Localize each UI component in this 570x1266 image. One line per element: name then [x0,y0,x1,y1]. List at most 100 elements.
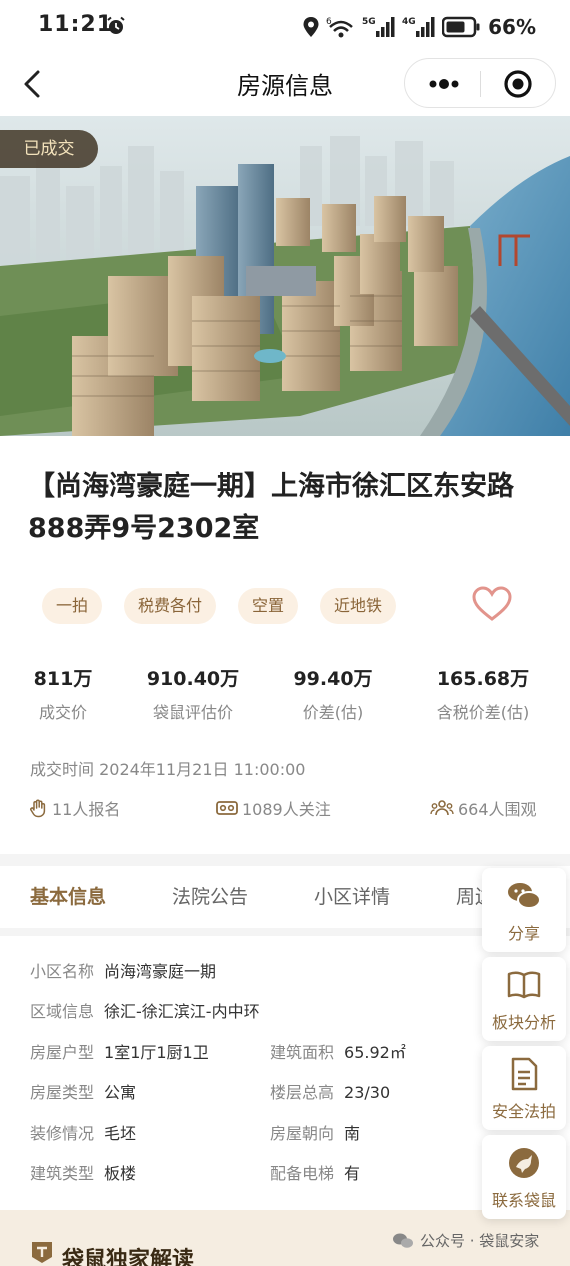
document-icon [511,1057,538,1091]
detail-value: 徐汇-徐汇滨江-内中环 [104,1002,260,1021]
fab-label: 分享 [507,924,540,943]
detail-label: 房屋户型 [30,1043,95,1062]
detail-row-community: 小区名称 尚海湾豪庭一期 [30,958,216,984]
detail-value: 南 [344,1124,361,1143]
follow-count: 1089人关注 [216,796,331,820]
share-button[interactable]: 分享 [482,868,566,952]
follow-count-text: 1089人关注 [242,800,331,819]
exclusive-analysis-banner[interactable]: 袋鼠独家解读 公众号 · 袋鼠安家 [0,1210,570,1266]
signup-count-text: 11人报名 [52,800,121,819]
vr-glasses-icon [216,801,238,815]
detail-value: 有 [344,1164,361,1183]
detail-col2: 配备电梯有 [270,1160,360,1184]
book-icon [507,971,541,999]
favorite-heart-icon[interactable] [472,586,512,622]
view-count: 664人围观 [430,796,537,820]
detail-value: 尚海湾豪庭一期 [104,962,217,981]
detail-label: 小区名称 [30,962,95,981]
engagement-meta: 11人报名 1089人关注 664人围观 [28,796,543,820]
signal-4g-icon: 4G [402,17,435,37]
tab-community-details[interactable]: 小区详情 [314,882,390,909]
price-stats: 811万 成交价 910.40万 袋鼠评估价 99.40万 价差(估) 165.… [28,664,548,723]
stat-price-diff: 99.40万 价差(估) [288,664,378,723]
wechat-icon [393,1233,413,1248]
tab-basic-info[interactable]: 基本信息 [30,882,106,909]
wifi-icon: 6 [326,17,353,38]
signal-4g-label: 4G [402,17,416,27]
kangaroo-badge-icon [32,1242,52,1263]
battery-icon [442,16,480,38]
detail-label: 楼层总高 [270,1083,335,1102]
detail-col2: 房屋朝向南 [270,1120,360,1144]
tag-item: 税费各付 [124,588,217,624]
signal-5g-label: 5G [362,17,376,27]
detail-col2: 建筑面积 65.92㎡ [270,1039,406,1063]
stat-value: 811万 [33,668,93,690]
stat-deal-price: 811万 成交价 [28,664,98,723]
detail-row: 装修情况 毛坯 房屋朝向南 [30,1120,470,1146]
fab-label: 板块分析 [491,1013,556,1032]
people-icon [430,800,454,816]
stat-label: 成交价 [38,703,87,722]
property-info-card: 【尚海湾豪庭一期】上海市徐汇区东安路888弄9号2302室 一拍 税费各付 空置… [0,436,570,854]
signal-5g-icon: 5G [362,17,395,37]
mini-program-capsule [404,58,556,108]
tag-item: 一拍 [42,588,103,624]
hero-image: 已成交 [0,116,570,436]
signup-count: 11人报名 [28,796,120,820]
detail-label: 装修情况 [30,1124,95,1143]
detail-label: 房屋朝向 [270,1124,335,1143]
tag-item: 空置 [238,588,299,624]
tag-item: 近地铁 [320,588,397,624]
detail-value: 1室1厅1厨1卫 [104,1043,209,1062]
capsule-divider [480,71,481,97]
detail-label: 建筑类型 [30,1164,95,1183]
stat-label: 袋鼠评估价 [152,703,233,722]
stat-value: 99.40万 [293,668,373,690]
stat-assessed-price: 910.40万 袋鼠评估价 [138,664,248,723]
detail-value: 公寓 [104,1083,137,1102]
wechat-watermark: 公众号 · 袋鼠安家 [392,1230,539,1251]
location-icon [303,17,319,37]
deal-time: 成交时间 2024年11月21日 11:00:00 [30,760,306,779]
watermark-text: 公众号 · 袋鼠安家 [420,1232,540,1250]
view-count-text: 664人围观 [458,800,537,819]
detail-col2: 楼层总高 23/30 [270,1079,390,1103]
status-bar: 11:21 6 5G 4G 66% [0,0,570,54]
detail-label: 配备电梯 [270,1164,335,1183]
tab-court-notice[interactable]: 法院公告 [172,882,248,909]
detail-row-region: 区域信息 徐汇-徐汇滨江-内中环 [30,998,260,1024]
detail-value: 23/30 [344,1083,391,1102]
property-title: 【尚海湾豪庭一期】上海市徐汇区东安路888弄9号2302室 [28,471,514,544]
fab-label: 安全法拍 [491,1102,556,1121]
detail-value: 65.92㎡ [344,1043,406,1062]
share-chat-icon [508,883,541,909]
stat-value: 165.68万 [436,668,530,690]
detail-label: 房屋类型 [30,1083,95,1102]
status-time: 11:21 [38,12,114,37]
stat-value: 910.40万 [146,668,240,690]
more-icon[interactable] [423,73,463,95]
stat-tax-price-diff: 165.68万 含税价差(估) [418,664,548,723]
detail-value: 毛坯 [104,1124,137,1143]
sector-analysis-button[interactable]: 板块分析 [482,957,566,1041]
detail-label: 建筑面积 [270,1043,335,1062]
contact-button[interactable]: 联系袋鼠 [482,1135,566,1219]
kangaroo-icon [509,1148,539,1178]
fab-label: 联系袋鼠 [491,1191,556,1210]
detail-row: 建筑类型 板楼 配备电梯有 [30,1160,470,1186]
safe-auction-button[interactable]: 安全法拍 [482,1046,566,1130]
battery-percentage: 66% [488,15,536,39]
exclusive-title: 袋鼠独家解读 [62,1248,195,1266]
target-icon[interactable] [503,69,533,99]
detail-value: 板楼 [104,1164,137,1183]
stat-label: 含税价差(估) [436,703,530,722]
hand-icon [30,799,46,818]
detail-row: 房屋类型 公寓 楼层总高 23/30 [30,1079,470,1105]
stat-label: 价差(估) [302,703,364,722]
feature-tags: 一拍 税费各付 空置 近地铁 [42,588,397,624]
sold-badge: 已成交 [0,130,98,168]
nav-bar: 房源信息 [0,54,570,116]
alarm-icon [107,16,125,34]
status-icons: 6 5G 4G 66% [302,14,536,40]
